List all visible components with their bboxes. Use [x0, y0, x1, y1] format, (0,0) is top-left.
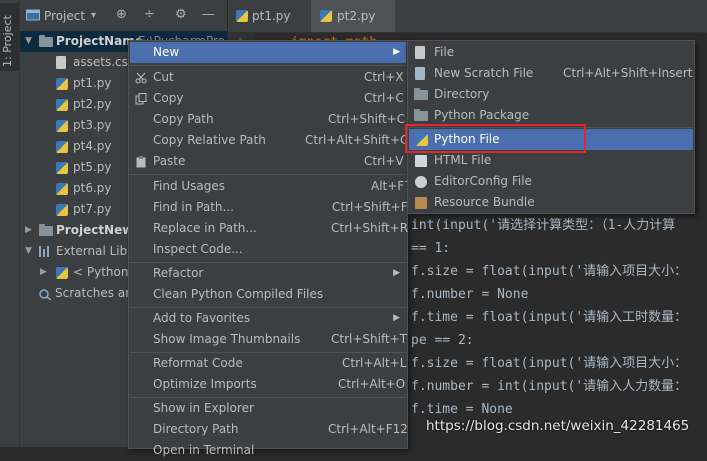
tree-external-label: External Libr: [56, 244, 133, 258]
menu-item-reformat-code[interactable]: Reformat Code Ctrl+Alt+L: [130, 353, 406, 374]
menu-item-new[interactable]: New ▶: [130, 42, 406, 63]
python-file-icon: [56, 120, 68, 132]
scratches-icon: [39, 289, 52, 300]
gear-icon[interactable]: ⚙: [175, 7, 187, 22]
folder-icon: [39, 224, 53, 236]
submenu-item-resource-bundle[interactable]: Resource Bundle: [409, 192, 693, 213]
file-icon: [415, 46, 425, 59]
collapsed-arrow-icon[interactable]: ▶: [25, 220, 32, 241]
python-file-icon: [56, 183, 68, 195]
submenu-arrow-icon: ▶: [393, 268, 400, 278]
watermark-text: https://blog.csdn.net/weixin_42281465: [426, 418, 690, 434]
project-tool-tab[interactable]: 1: Project: [0, 3, 19, 71]
tree-file-label: assets.csv: [73, 55, 135, 69]
code-line: == 1:: [411, 241, 451, 256]
python-file-icon: [56, 78, 68, 90]
menu-item-cut[interactable]: Cut Ctrl+X: [130, 67, 406, 88]
submenu-item-file[interactable]: File: [409, 42, 693, 63]
python-file-icon: [56, 99, 68, 111]
bundle-icon: [415, 197, 427, 209]
submenu-item-scratch-file[interactable]: New Scratch File Ctrl+Alt+Shift+Insert: [409, 63, 693, 84]
tree-python-label: < Python: [73, 265, 129, 279]
menu-item-clean-compiled[interactable]: Clean Python Compiled Files: [130, 284, 406, 305]
menu-item-add-to-favorites[interactable]: Add to Favorites ▶: [130, 308, 406, 329]
menu-item-show-thumbnails[interactable]: Show Image Thumbnails Ctrl+Shift+T: [130, 329, 407, 350]
tree-file-label: pt5.py: [73, 160, 112, 174]
submenu-arrow-icon: ▶: [393, 47, 400, 57]
tree-scratches-label: Scratches an: [55, 286, 133, 300]
menu-item-copy-relative-path[interactable]: Copy Relative Path Ctrl+Alt+Shift+C: [130, 130, 408, 151]
html-file-icon: [415, 155, 427, 167]
submenu-item-python-package[interactable]: Python Package: [409, 105, 693, 126]
tab-label: pt2.py: [337, 9, 376, 23]
hide-panel-icon[interactable]: —: [202, 7, 215, 22]
menu-item-find-usages[interactable]: Find Usages Alt+F7: [130, 176, 412, 197]
collapsed-arrow-icon[interactable]: ▶: [40, 262, 47, 283]
expanded-arrow-icon[interactable]: ▼: [25, 31, 32, 52]
menu-item-inspect-code[interactable]: Inspect Code...: [130, 239, 406, 260]
menu-separator: [130, 65, 406, 66]
code-line: int(input('请选择计算类型：（1-人力计算: [411, 218, 676, 233]
python-file-icon: [56, 162, 68, 174]
view-dropdown-icon[interactable]: ▾: [91, 10, 96, 21]
python-file-icon: [56, 141, 68, 153]
code-line: f.size = float(input('请输入项目大小：: [411, 264, 688, 279]
locate-target-icon[interactable]: ⊕: [116, 7, 127, 22]
menu-item-open-in-terminal[interactable]: Open in Terminal: [130, 440, 406, 461]
code-line: f.size = float(input('请输入项目大小：: [411, 356, 688, 371]
code-line: f.number = None: [411, 287, 529, 302]
menu-item-refactor[interactable]: Refactor ▶: [130, 263, 406, 284]
code-line: f.time = float(input('请输入工时数量：: [411, 310, 688, 325]
collapse-all-icon[interactable]: ÷: [144, 7, 155, 22]
libraries-icon: [39, 246, 52, 257]
folder-icon: [414, 88, 428, 100]
menu-item-copy-path[interactable]: Copy Path Ctrl+Shift+C: [130, 109, 406, 130]
tree-file-label: pt6.py: [73, 181, 112, 195]
submenu-item-editorconfig[interactable]: EditorConfig File: [409, 171, 693, 192]
menu-item-directory-path[interactable]: Directory Path Ctrl+Alt+F12: [130, 419, 408, 440]
python-file-icon: [320, 10, 332, 22]
submenu-arrow-icon: ▶: [393, 313, 400, 323]
tree-file-label: pt2.py: [73, 97, 112, 111]
menu-item-show-in-explorer[interactable]: Show in Explorer: [130, 398, 406, 419]
menu-item-find-in-path[interactable]: Find in Path... Ctrl+Shift+F: [130, 197, 408, 218]
clipboard-icon: [136, 156, 146, 168]
project-tool-tab-label: 1: Project: [1, 15, 14, 67]
expanded-arrow-icon[interactable]: ▼: [25, 241, 32, 262]
scratch-file-icon: [415, 67, 425, 80]
annotation-highlight-box: [405, 124, 586, 153]
tree-file-label: pt4.py: [73, 139, 112, 153]
gear-icon: [415, 176, 427, 188]
python-file-icon: [56, 204, 68, 216]
code-line: pe == 2:: [411, 333, 474, 348]
tree-file-label: pt3.py: [73, 118, 112, 132]
menu-item-replace-in-path[interactable]: Replace in Path... Ctrl+Shift+R: [130, 218, 408, 239]
project-view-icon: [26, 9, 40, 21]
code-line: f.number = int(input('请输入人力数量：: [411, 379, 688, 394]
submenu-item-directory[interactable]: Directory: [409, 84, 693, 105]
submenu-item-html-file[interactable]: HTML File: [409, 150, 693, 171]
package-icon: [414, 109, 428, 121]
tree-project-new-label: ProjectNew: [56, 223, 134, 237]
menu-item-paste[interactable]: Paste Ctrl+V: [130, 151, 406, 172]
copy-icon: [135, 93, 147, 105]
menu-separator: [130, 174, 406, 175]
project-view-title[interactable]: Project: [44, 9, 85, 23]
tab-label: pt1.py: [252, 9, 291, 23]
folder-icon: [39, 35, 53, 47]
tab-pt2[interactable]: pt2.py: [311, 0, 395, 32]
python-file-icon: [236, 10, 248, 22]
csv-file-icon: [56, 56, 66, 69]
tree-file-label: pt1.py: [73, 76, 112, 90]
python-sdk-icon: [56, 267, 68, 279]
tree-file-label: pt7.py: [73, 202, 112, 216]
scissors-icon: [135, 72, 147, 84]
context-menu: New ▶ Cut Ctrl+X Copy Ctrl+C Copy Path Ctrl+…: [128, 40, 412, 457]
menu-item-optimize-imports[interactable]: Optimize Imports Ctrl+Alt+O: [130, 374, 406, 395]
tab-pt1[interactable]: pt1.py: [228, 0, 310, 32]
menu-item-copy[interactable]: Copy Ctrl+C: [130, 88, 406, 109]
